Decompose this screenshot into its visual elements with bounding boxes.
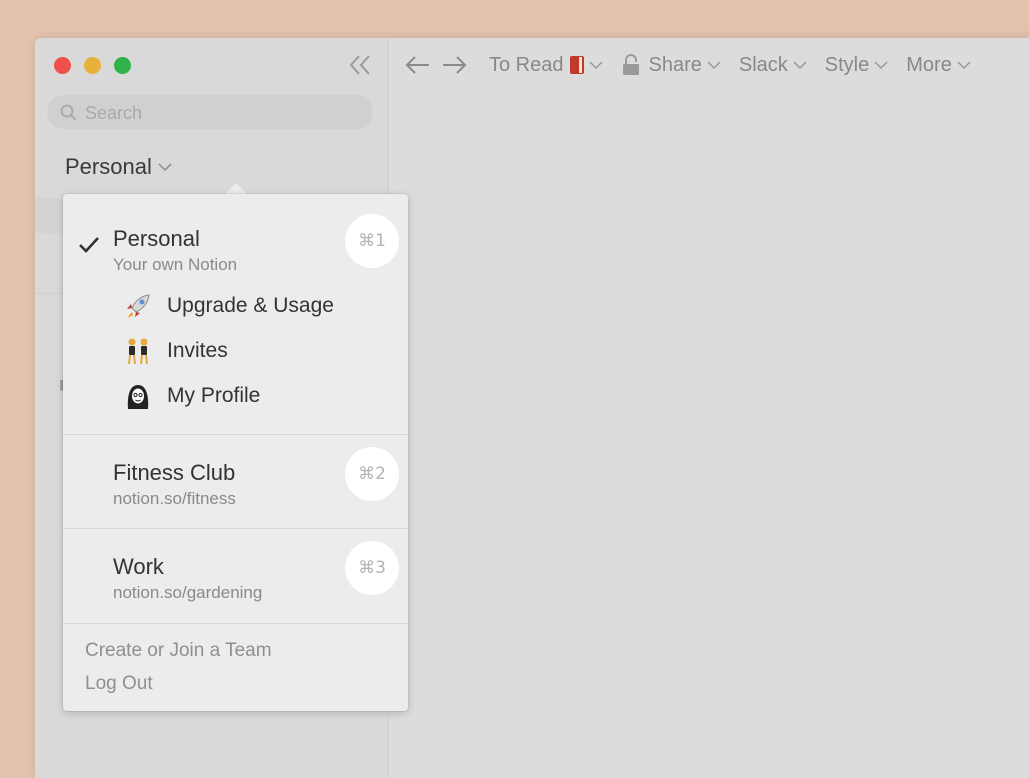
my-profile-label: My Profile <box>167 384 261 407</box>
chevron-down-icon <box>793 61 807 70</box>
workspace-subtitle: notion.so/fitness <box>113 489 236 508</box>
book-icon <box>569 56 584 74</box>
checkmark-icon <box>79 237 99 253</box>
chevron-down-icon <box>957 61 971 70</box>
search-input[interactable] <box>83 101 367 125</box>
toolbar: To Read Share Slack Style More <box>405 51 971 79</box>
zoom-window-button[interactable] <box>114 57 131 74</box>
page-title-menu[interactable]: To Read <box>489 54 603 77</box>
workspace-switcher[interactable]: Personal <box>65 152 172 182</box>
more-label: More <box>906 53 952 76</box>
close-window-button[interactable] <box>54 57 71 74</box>
chevron-down-icon <box>588 61 603 70</box>
workspace-subtitle: Your own Notion <box>113 255 238 274</box>
invites-item[interactable]: Invites <box>123 334 228 368</box>
menu-divider <box>63 434 408 435</box>
lock-icon <box>621 54 641 76</box>
search-icon <box>60 104 77 121</box>
workspace-switcher-label: Personal <box>65 154 152 179</box>
more-menu[interactable]: More <box>906 54 971 77</box>
menu-divider <box>63 528 408 529</box>
workspace-item-personal[interactable]: Personal Your own Notion ⌘1 <box>63 214 408 274</box>
workspace-name: Personal <box>113 226 200 251</box>
slack-menu[interactable]: Slack <box>739 54 807 77</box>
chevron-down-icon <box>158 163 172 172</box>
workspace-subtitle: notion.so/gardening <box>113 583 263 602</box>
workspace-menu: Personal Your own Notion ⌘1 Upgrade & Us… <box>63 194 408 711</box>
chevron-down-icon <box>707 61 721 70</box>
chevron-down-icon <box>874 61 888 70</box>
shortcut-badge: ⌘1 <box>345 214 399 268</box>
my-profile-item[interactable]: My Profile <box>123 379 260 413</box>
upgrade-usage-item[interactable]: Upgrade & Usage <box>123 289 334 323</box>
share-label: Share <box>648 53 702 76</box>
profile-avatar-icon <box>127 385 149 409</box>
upgrade-usage-label: Upgrade & Usage <box>167 294 334 317</box>
back-arrow-icon[interactable] <box>405 55 431 75</box>
create-join-team-link[interactable]: Create or Join a Team <box>85 640 272 662</box>
search-box[interactable] <box>47 95 373 129</box>
shortcut-badge: ⌘2 <box>345 447 399 501</box>
workspace-name: Fitness Club <box>113 460 236 485</box>
share-menu[interactable]: Share <box>621 54 721 77</box>
dancers-icon <box>128 338 148 365</box>
popup-caret <box>225 183 247 194</box>
rocket-icon <box>127 294 150 318</box>
page-title: To Read <box>489 53 564 76</box>
workspace-name: Work <box>113 554 164 579</box>
workspace-item-fitness-club[interactable]: Fitness Club notion.so/fitness ⌘2 <box>63 447 408 508</box>
style-label: Style <box>824 53 870 76</box>
style-menu[interactable]: Style <box>825 54 888 77</box>
log-out-link[interactable]: Log Out <box>85 673 153 695</box>
shortcut-badge: ⌘3 <box>345 541 399 595</box>
workspace-item-work[interactable]: Work notion.so/gardening ⌘3 <box>63 541 408 602</box>
minimize-window-button[interactable] <box>84 57 101 74</box>
invites-label: Invites <box>167 339 228 362</box>
collapse-sidebar-icon[interactable] <box>347 52 375 78</box>
slack-label: Slack <box>738 53 788 76</box>
forward-arrow-icon[interactable] <box>441 55 467 75</box>
menu-divider <box>63 623 408 624</box>
